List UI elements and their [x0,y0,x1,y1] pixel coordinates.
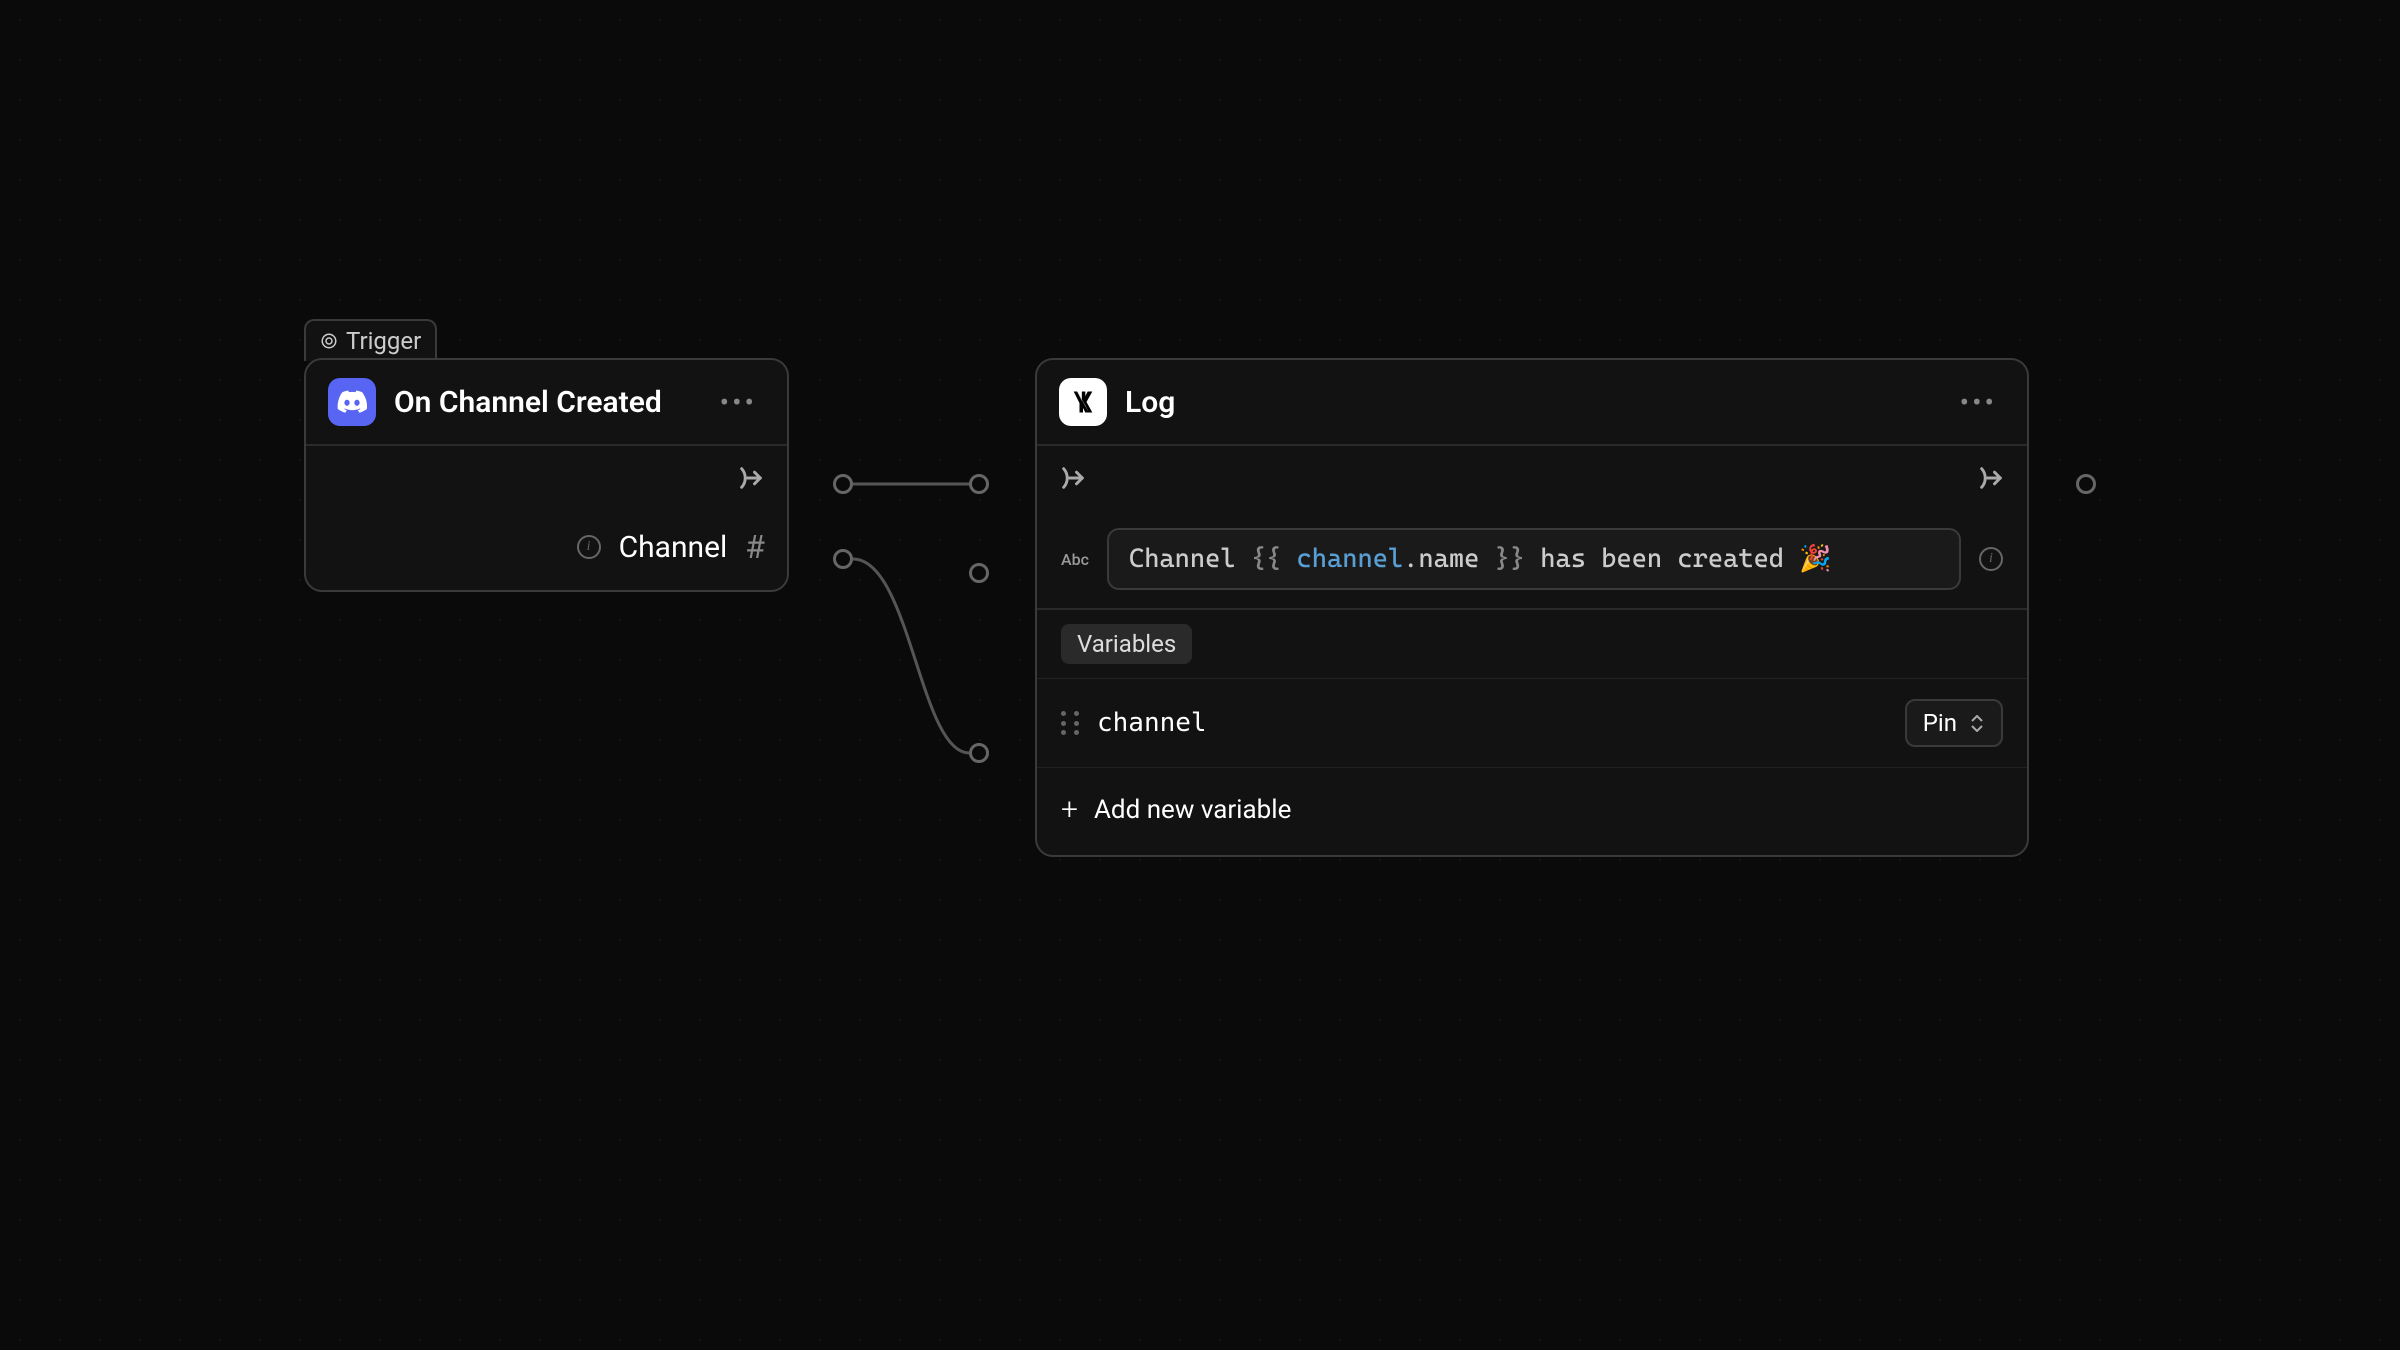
port-log-flow-out[interactable] [2076,474,2096,494]
node-log-header: Log ••• [1037,360,2027,444]
type-string-label: Abc [1061,550,1089,569]
node-log-flow-row [1037,446,2027,510]
node-trigger[interactable]: On Channel Created ••• i Channel # [304,358,789,592]
template-text-suffix: has been created 🎉 [1525,544,1832,574]
node-log-title: Log [1125,385,1934,420]
chevron-sort-icon [1969,713,1985,733]
info-icon[interactable]: i [1979,547,2003,571]
template-brace-open: {{ [1251,544,1297,574]
node-log-more-button[interactable]: ••• [1952,382,2005,423]
output-label: Channel [619,530,728,565]
port-log-template-in[interactable] [969,563,989,583]
flow-in-icon [1059,464,1087,492]
port-trigger-channel-out[interactable] [833,549,853,569]
trigger-badge-label: Trigger [346,327,421,355]
target-icon [320,332,338,350]
variable-mode-select[interactable]: Pin [1905,699,2003,747]
trigger-badge: Trigger [304,319,437,361]
plus-icon: + [1061,792,1078,827]
template-text: Channel [1129,544,1251,574]
variable-row[interactable]: channel Pin [1037,678,2027,767]
node-log[interactable]: Log ••• Abc Channel {{ channel.name }} h… [1035,358,2029,857]
flow-out-icon [737,464,765,492]
template-brace-close: }} [1479,544,1525,574]
port-log-flow-in[interactable] [969,474,989,494]
node-trigger-flow-row [306,446,787,510]
node-trigger-title: On Channel Created [394,385,694,420]
add-variable-label: Add new variable [1094,795,1291,825]
variable-mode-label: Pin [1923,709,1957,737]
flow-out-icon [1977,464,2005,492]
template-property: name [1418,544,1479,574]
variables-header-label: Variables [1061,624,1192,664]
discord-icon [328,378,376,426]
node-trigger-more-button[interactable]: ••• [712,382,765,423]
info-icon[interactable]: i [577,535,601,559]
node-trigger-header: On Channel Created ••• [306,360,787,444]
port-trigger-flow-out[interactable] [833,474,853,494]
workflow-canvas[interactable]: Trigger On Channel Created ••• i Channel [0,0,2400,1350]
node-trigger-output-row: i Channel # [306,510,787,590]
port-log-variable-in[interactable] [969,743,989,763]
log-icon [1059,378,1107,426]
template-dot: . [1403,544,1418,574]
log-template-row: Abc Channel {{ channel.name }} has been … [1037,510,2027,608]
hash-icon: # [745,528,765,566]
add-variable-button[interactable]: + Add new variable [1037,767,2027,855]
variables-header: Variables [1037,610,2027,678]
drag-handle-icon[interactable] [1061,711,1079,735]
variables-section: Variables channel Pin + [1037,608,2027,855]
template-variable: channel [1297,544,1404,574]
variable-name: channel [1097,708,1887,738]
log-template-input[interactable]: Channel {{ channel.name }} has been crea… [1107,528,1961,590]
